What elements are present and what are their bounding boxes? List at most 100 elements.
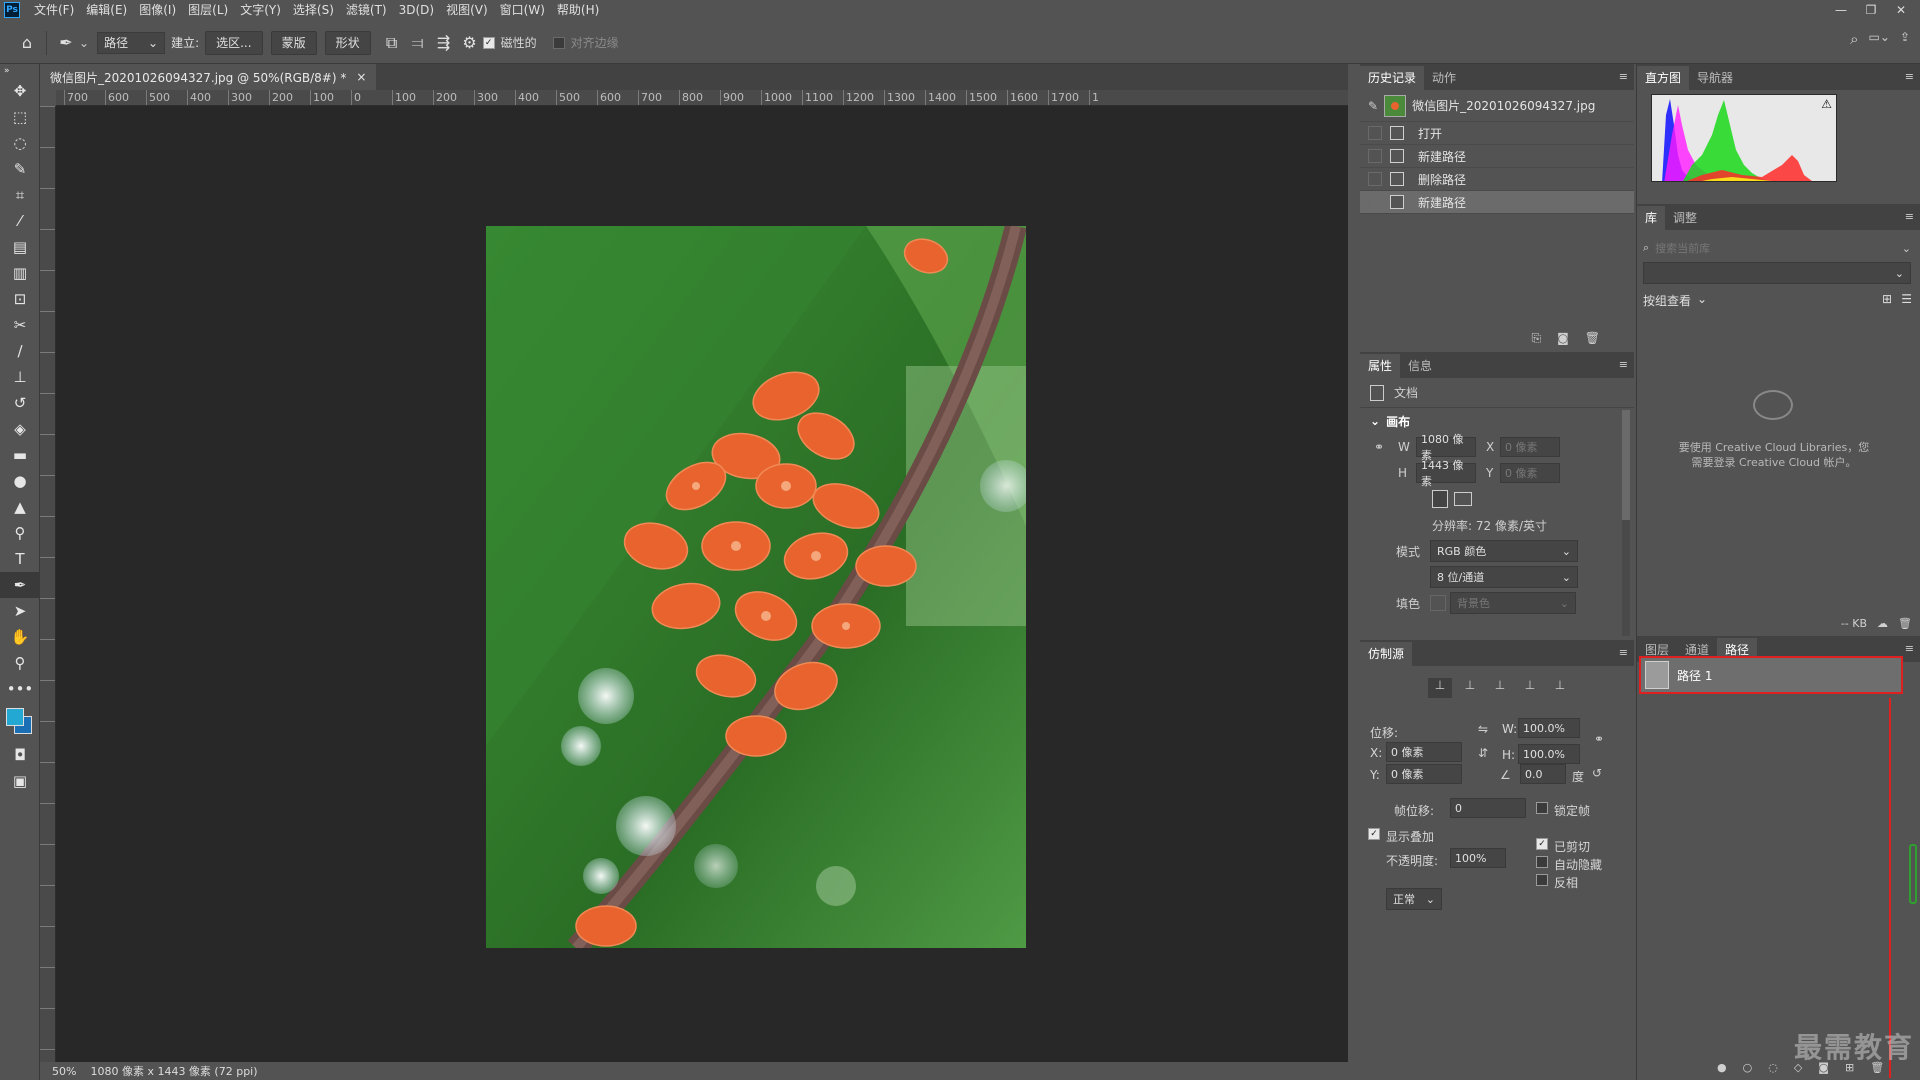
panel-menu-icon[interactable]: ≡ <box>1619 70 1628 83</box>
tab-adjustments[interactable]: 调整 <box>1665 206 1705 230</box>
make-mask-button[interactable]: 蒙版 <box>270 30 317 55</box>
trash-icon[interactable]: 🗑 <box>1585 331 1600 346</box>
history-brush-icon[interactable]: ↺ <box>0 390 40 416</box>
load-selection-icon[interactable]: ◌ <box>1768 1061 1778 1074</box>
gear-icon[interactable]: ⚙ <box>457 30 483 56</box>
move-tool-icon[interactable]: ✥ <box>0 78 40 104</box>
gradient-tool-icon[interactable]: ▬ <box>0 442 40 468</box>
menu-image[interactable]: 图像(I) <box>133 0 182 20</box>
close-window-button[interactable]: ✕ <box>1886 0 1916 20</box>
content-aware-icon[interactable]: ⊡ <box>0 286 40 312</box>
clone-source-2-icon[interactable]: ⊥ <box>1458 678 1482 698</box>
lock-frame-checkbox[interactable] <box>1536 802 1548 814</box>
flip-vertical-icon[interactable]: ⇵ <box>1478 746 1488 760</box>
color-swatches[interactable] <box>0 702 40 742</box>
link-icon[interactable]: ⚭ <box>1370 440 1398 454</box>
make-selection-button[interactable]: 选区... <box>205 30 263 55</box>
show-overlay-checkbox[interactable]: ✓ <box>1368 828 1380 840</box>
eraser-tool-icon[interactable]: ◈ <box>0 416 40 442</box>
path-operations-icon[interactable]: ⧉ <box>379 30 405 56</box>
minimize-button[interactable]: — <box>1826 0 1856 20</box>
screen-mode-icon[interactable]: ▣ <box>0 768 40 794</box>
path-selection-icon[interactable]: ➤ <box>0 598 40 624</box>
healing-brush-icon[interactable]: ▤ <box>0 234 40 260</box>
menu-help[interactable]: 帮助(H) <box>551 0 605 20</box>
invert-checkbox[interactable] <box>1536 874 1548 886</box>
tab-navigator[interactable]: 导航器 <box>1689 66 1741 90</box>
tab-info[interactable]: 信息 <box>1400 354 1440 378</box>
new-document-from-state-icon[interactable]: ⎘ <box>1532 331 1542 346</box>
panel-menu-icon[interactable]: ≡ <box>1905 642 1914 655</box>
hand-tool-icon[interactable]: ✋ <box>0 624 40 650</box>
menu-3d[interactable]: 3D(D) <box>393 0 440 20</box>
panel-menu-icon[interactable]: ≡ <box>1905 210 1914 223</box>
history-checkbox[interactable] <box>1368 195 1382 209</box>
clone-y-field[interactable]: 0 像素 <box>1386 764 1462 784</box>
history-state[interactable]: 删除路径 <box>1360 168 1634 191</box>
reset-transform-icon[interactable]: ↺ <box>1592 766 1602 780</box>
history-state-selected[interactable]: 新建路径 <box>1360 191 1634 214</box>
history-checkbox[interactable] <box>1368 172 1382 186</box>
history-brush-source-icon[interactable]: ✎ <box>1368 99 1378 113</box>
tab-libraries[interactable]: 库 <box>1637 206 1666 230</box>
align-edges-checkbox[interactable] <box>552 36 565 49</box>
panel-menu-icon[interactable]: ≡ <box>1619 646 1628 659</box>
color-mode-dropdown[interactable]: RGB 颜色 ⌄ <box>1430 540 1578 562</box>
crop-tool-icon[interactable]: ⌗ <box>0 182 40 208</box>
scissors-icon[interactable]: ✂ <box>0 312 40 338</box>
tool-mode-select[interactable]: 路径 ⌄ <box>97 31 166 54</box>
canvas-x-field[interactable]: 0 像素 <box>1500 437 1560 457</box>
clone-source-5-icon[interactable]: ⊥ <box>1548 678 1572 698</box>
foreground-color-swatch[interactable] <box>6 708 24 726</box>
pen-tool-icon[interactable]: ✒ <box>0 572 40 598</box>
blur-tool-icon[interactable]: ● <box>0 468 40 494</box>
list-view-icon[interactable]: ☰ <box>1901 292 1912 306</box>
clone-width-field[interactable]: 100.0% <box>1518 718 1580 738</box>
clipped-checkbox[interactable]: ✓ <box>1536 838 1548 850</box>
lasso-tool-icon[interactable]: ◌ <box>0 130 40 156</box>
library-select[interactable]: ⌄ <box>1643 262 1911 284</box>
trash-icon[interactable]: 🗑 <box>1898 617 1912 630</box>
portrait-icon[interactable] <box>1432 490 1448 508</box>
history-state[interactable]: 新建路径 <box>1360 145 1634 168</box>
workspace-icon[interactable]: ▭⌄ <box>1869 30 1890 48</box>
camera-icon[interactable]: ◙ <box>1557 331 1569 346</box>
magnetic-checkbox[interactable]: ✓ <box>482 36 495 49</box>
pen-tool-preset-icon[interactable]: ✒ <box>53 30 79 56</box>
dodge-tool-icon[interactable]: ⚲ <box>0 520 40 546</box>
auto-hide-checkbox[interactable] <box>1536 856 1548 868</box>
chevron-down-icon[interactable]: ⌄ <box>1902 242 1911 255</box>
brush-tool-icon[interactable]: ∕ <box>0 338 40 364</box>
clone-height-field[interactable]: 100.0% <box>1518 744 1580 764</box>
canvas-area[interactable] <box>56 106 1348 1062</box>
path-scroll-thumb[interactable] <box>1909 844 1917 904</box>
make-shape-button[interactable]: 形状 <box>324 30 371 55</box>
path-row[interactable]: 路径 1 <box>1639 656 1903 694</box>
clone-source-1-icon[interactable]: ⊥ <box>1428 678 1452 698</box>
document-tab[interactable]: 微信图片_20201026094327.jpg @ 50%(RGB/8#) * … <box>40 64 377 90</box>
share-icon[interactable]: ⇪ <box>1900 30 1910 48</box>
library-search[interactable]: ⌕ 搜索当前库 ⌄ <box>1643 238 1911 258</box>
menu-file[interactable]: 文件(F) <box>28 0 80 20</box>
menu-type[interactable]: 文字(Y) <box>234 0 287 20</box>
history-state[interactable]: 打开 <box>1360 122 1634 145</box>
chevron-down-icon[interactable]: ⌄ <box>79 36 89 50</box>
bit-depth-dropdown[interactable]: 8 位/通道 ⌄ <box>1430 566 1578 588</box>
marquee-tool-icon[interactable]: ⬚ <box>0 104 40 130</box>
canvas-section-header[interactable]: ⌄ 画布 <box>1370 408 1634 434</box>
eyedropper-tool-icon[interactable]: ⁄ <box>0 208 40 234</box>
collapse-icon[interactable]: » <box>0 64 40 78</box>
clone-source-3-icon[interactable]: ⊥ <box>1488 678 1512 698</box>
canvas-y-field[interactable]: 0 像素 <box>1500 463 1560 483</box>
tab-histogram[interactable]: 直方图 <box>1637 66 1690 90</box>
clone-stamp-icon[interactable]: ⊥ <box>0 364 40 390</box>
quick-selection-tool-icon[interactable]: ✎ <box>0 156 40 182</box>
fill-dropdown[interactable]: 背景色 ⌄ <box>1450 592 1576 614</box>
opacity-field[interactable]: 100% <box>1450 848 1506 868</box>
link-icon[interactable]: ⚭ <box>1594 732 1604 746</box>
warning-icon[interactable]: ⚠ <box>1821 97 1832 111</box>
menu-select[interactable]: 选择(S) <box>287 0 340 20</box>
landscape-icon[interactable] <box>1454 492 1472 506</box>
home-icon[interactable]: ⌂ <box>14 30 40 56</box>
history-checkbox[interactable] <box>1368 149 1382 163</box>
